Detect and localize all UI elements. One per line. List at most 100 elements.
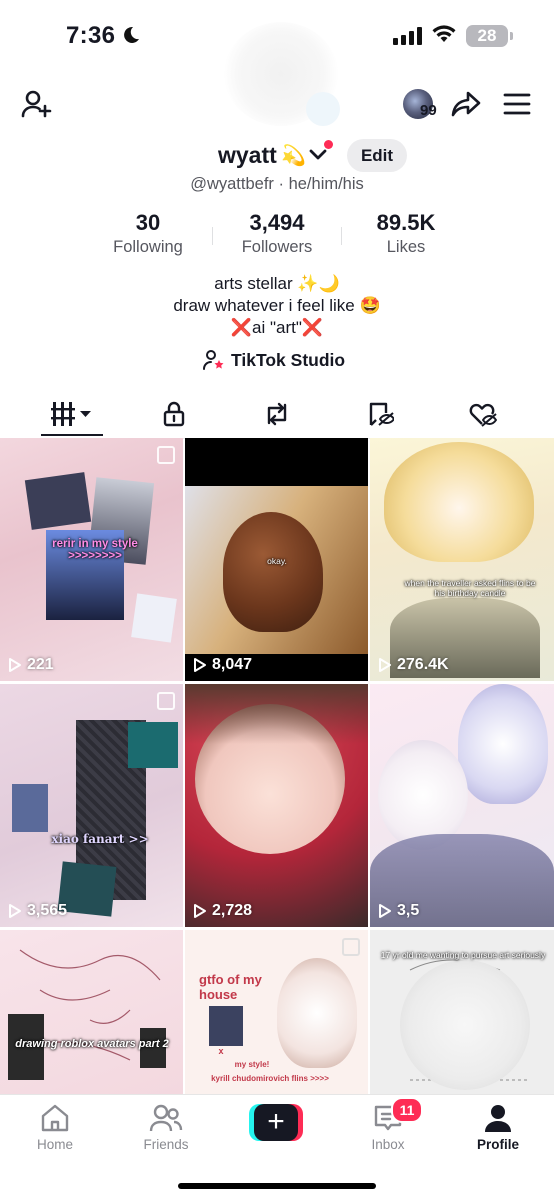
video-caption: rerir in my style >>>>>>>> [52, 538, 138, 562]
video-text-x: x [218, 1046, 224, 1056]
photo-carousel-icon [157, 692, 175, 710]
view-count: 3,5 [378, 902, 419, 920]
repost-icon [267, 402, 287, 426]
view-count-label: 2,728 [212, 902, 253, 919]
focus-moon-icon [124, 26, 139, 43]
character-shape [277, 958, 357, 1068]
bio-line: arts stellar ✨🌙 [214, 274, 340, 293]
inbox-badge: 11 [391, 1097, 423, 1123]
home-indicator[interactable] [178, 1183, 376, 1189]
tab-favorites[interactable] [350, 396, 410, 432]
video-thumbnail[interactable]: 2,728 [185, 684, 368, 927]
handle-pronouns: @wyattbefr · he/him/his [190, 175, 364, 193]
lock-icon [163, 401, 185, 427]
stat-label: Likes [386, 238, 426, 256]
chevron-down-icon[interactable] [309, 149, 327, 161]
tab-inbox-label: Inbox [371, 1137, 405, 1152]
username-row: wyatt 💫 Edit [0, 139, 554, 175]
photo-carousel-icon [342, 938, 360, 956]
video-thumbnail[interactable]: when the traveller asked flins to be his… [370, 438, 554, 681]
tab-profile-label: Profile [476, 1137, 519, 1152]
menu-button[interactable] [501, 90, 533, 118]
story-count: 99 [420, 102, 437, 119]
studio-person-icon [203, 350, 224, 370]
share-arrow-icon [451, 91, 481, 117]
video-caption: gtfo of my house [199, 972, 262, 1002]
play-icon [379, 658, 391, 672]
video-caption: drawing roblox avatars part 2 [15, 1038, 169, 1050]
play-icon [194, 658, 206, 672]
play-icon [9, 658, 21, 672]
view-count-label: 3,565 [27, 902, 68, 919]
stat-likes[interactable]: 89.5K Likes [351, 210, 461, 257]
hamburger-menu-icon [503, 93, 531, 115]
collage-image [12, 784, 48, 832]
collage-image [209, 1006, 243, 1046]
character-shape [400, 960, 530, 1090]
video-thumbnail[interactable]: 17 yr old me wanting to pursue art serio… [370, 930, 554, 1094]
username: wyatt [218, 142, 277, 168]
tab-profile[interactable]: Profile [458, 1103, 538, 1152]
tab-friends[interactable]: Friends [126, 1103, 206, 1152]
active-tab-indicator [41, 434, 103, 436]
stat-value: 30 [135, 210, 161, 235]
stat-followers[interactable]: 3,494 Followers [222, 210, 332, 257]
profile-person-icon [485, 1105, 511, 1132]
tab-home[interactable]: Home [15, 1103, 95, 1152]
video-caption: xiao fanart >> [51, 832, 149, 846]
tab-liked[interactable] [453, 396, 513, 432]
bio-line: draw whatever i feel like 🤩 [173, 296, 381, 315]
tab-videos[interactable] [42, 396, 102, 432]
view-count-label: 221 [27, 656, 54, 673]
status-time: 7:36 [66, 22, 116, 49]
create-button[interactable]: + [249, 1104, 303, 1141]
share-profile-button[interactable] [449, 88, 483, 120]
stat-label: Following [113, 238, 183, 256]
friends-icon [149, 1104, 183, 1132]
bio-line: ❌ai "art"❌ [230, 318, 324, 337]
plus-icon: + [254, 1104, 298, 1141]
tab-private[interactable] [144, 396, 204, 432]
view-count: 8,047 [193, 656, 252, 674]
tab-reposts[interactable] [247, 396, 307, 432]
view-count: 276.4K [378, 656, 449, 674]
hair-shape [185, 684, 368, 744]
liked-hidden-icon [469, 403, 497, 427]
view-count: 3,565 [8, 902, 67, 920]
video-thumbnail[interactable]: okay. 8,047 [185, 438, 368, 681]
video-caption: 17 yr old me wanting to pursue art serio… [380, 950, 546, 960]
collage-image [24, 472, 92, 530]
tiktok-studio-link[interactable]: TikTok Studio [203, 348, 345, 372]
view-count: 2,728 [193, 902, 252, 920]
video-thumbnail[interactable]: gtfo of my house x my style! kyrill chud… [185, 930, 368, 1094]
video-thumbnail[interactable]: drawing roblox avatars part 2 [0, 930, 183, 1094]
collage-image [128, 722, 178, 768]
username-emoji: 💫 [281, 145, 306, 167]
edit-profile-button[interactable]: Edit [347, 139, 407, 172]
video-thumbnail[interactable]: 3,5 [370, 684, 554, 927]
play-icon [194, 904, 206, 918]
tab-home-label: Home [36, 1137, 73, 1152]
collage-image [131, 593, 177, 643]
bio: arts stellar ✨🌙 draw whatever i feel lik… [0, 273, 554, 339]
battery-indicator: 28 [466, 25, 508, 47]
view-count-label: 276.4K [397, 656, 449, 673]
stat-following[interactable]: 30 Following [93, 210, 203, 257]
stat-value: 3,494 [249, 210, 305, 235]
add-friend-button[interactable] [18, 86, 54, 122]
view-count-label: 8,047 [212, 656, 253, 673]
tab-friends-label: Friends [143, 1137, 189, 1152]
battery-tip [510, 32, 513, 40]
play-icon [379, 904, 391, 918]
stat-value: 89.5K [376, 210, 436, 235]
profile-stats: 30 Following 3,494 Followers 89.5K Likes [0, 210, 554, 260]
top-nav: 99 [0, 84, 554, 128]
video-thumbnail[interactable]: rerir in my style >>>>>>>> 221 [0, 438, 183, 681]
view-count-label: 3,5 [397, 902, 420, 919]
video-thumbnail[interactable]: xiao fanart >> 3,565 [0, 684, 183, 927]
video-text-flins: kyrill chudomirovich flins >>>> [211, 1074, 329, 1083]
favorites-hidden-icon [369, 402, 394, 426]
notification-dot [324, 140, 333, 149]
home-icon [41, 1104, 69, 1132]
stat-label: Followers [241, 238, 313, 256]
